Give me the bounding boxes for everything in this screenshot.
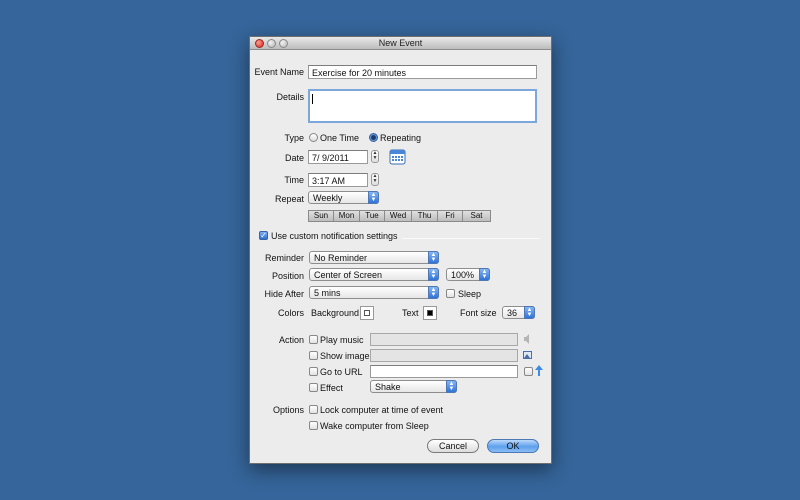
popup-arrow-icon: ▲ ▼ [524,306,535,319]
arrow-up-icon[interactable] [535,365,543,376]
repeating-label[interactable]: Repeating [380,133,421,143]
play-music-checkbox[interactable] [309,335,318,344]
time-stepper[interactable]: ▲ ▼ [371,173,379,186]
sleep-label[interactable]: Sleep [458,289,481,299]
hide-after-label: Hide After [264,289,304,299]
position-value: Center of Screen [314,270,383,280]
popup-arrow-icon: ▲ ▼ [479,268,490,281]
go-to-url-label[interactable]: Go to URL [320,367,363,377]
hide-after-value: 5 mins [314,288,341,298]
day-tue[interactable]: Tue [360,211,385,221]
day-sun[interactable]: Sun [309,211,334,221]
wake-computer-checkbox[interactable] [309,421,318,430]
hide-after-popup[interactable]: 5 mins ▲ ▼ [309,286,439,299]
effect-value: Shake [375,382,401,392]
details-field[interactable] [308,89,537,123]
scale-popup[interactable]: 100% ▲ ▼ [446,268,490,281]
lock-computer-label[interactable]: Lock computer at time of event [320,405,443,415]
image-path-field [370,349,518,362]
one-time-radio[interactable] [309,133,318,142]
reminder-label: Reminder [264,253,304,263]
font-size-value: 36 [507,308,518,318]
go-to-url-checkbox[interactable] [309,367,318,376]
lock-computer-checkbox[interactable] [309,405,318,414]
reminder-popup[interactable]: No Reminder ▲ ▼ [309,251,439,264]
details-label: Details [276,92,304,102]
repeat-label: Repeat [274,194,304,204]
music-path-field [370,333,518,346]
cancel-button[interactable]: Cancel [427,439,479,453]
position-popup[interactable]: Center of Screen ▲ ▼ [309,268,439,281]
scale-value: 100% [451,270,475,280]
one-time-label[interactable]: One Time [320,133,359,143]
font-size-popup[interactable]: 36 ▲ ▼ [502,306,535,319]
repeat-value: Weekly [313,193,343,203]
wake-computer-label[interactable]: Wake computer from Sleep [320,421,429,431]
url-option-checkbox[interactable] [524,367,533,376]
custom-notification-label[interactable]: Use custom notification settings [271,231,398,241]
effect-checkbox[interactable] [309,383,318,392]
speaker-icon[interactable] [523,334,532,344]
event-name-field[interactable]: Exercise for 20 minutes [308,65,537,79]
popup-arrow-icon: ▲ ▼ [428,286,439,299]
popup-arrow-icon: ▲ ▼ [446,380,457,393]
date-field[interactable]: 7/ 9/2011 [308,150,368,164]
repeating-radio[interactable] [369,133,378,142]
effect-popup[interactable]: Shake ▲ ▼ [370,380,457,393]
custom-notification-checkbox[interactable]: ✓ [259,231,268,240]
show-image-checkbox[interactable] [309,351,318,360]
day-fri[interactable]: Fri [438,211,463,221]
date-stepper[interactable]: ▲ ▼ [371,150,379,163]
action-label: Action [278,335,304,345]
time-label: Time [284,175,304,185]
day-wed[interactable]: Wed [385,211,412,221]
repeat-popup[interactable]: Weekly ▲ ▼ [308,191,379,204]
popup-arrow-icon: ▲ ▼ [368,191,379,204]
event-name-label: Event Name [254,67,304,77]
section-divider [402,238,540,239]
weekday-selector: Sun Mon Tue Wed Thu Fri Sat [308,210,491,222]
ok-button[interactable]: OK [487,439,539,453]
text-cursor [312,94,313,104]
colors-label: Colors [277,308,304,318]
popup-arrow-icon: ▲ ▼ [428,268,439,281]
popup-arrow-icon: ▲ ▼ [428,251,439,264]
play-music-label[interactable]: Play music [320,335,364,345]
background-color-well[interactable] [360,306,374,320]
window-title: New Event [378,38,423,48]
background-color-swatch [364,310,370,316]
position-label: Position [271,271,304,281]
day-sat[interactable]: Sat [463,211,490,221]
title-bar[interactable]: New Event [250,37,551,50]
sleep-checkbox[interactable] [446,289,455,298]
text-color-swatch [427,310,433,316]
calendar-icon[interactable] [389,148,406,165]
image-picker-icon[interactable] [523,350,532,360]
font-size-label: Font size [460,308,497,318]
text-color-well[interactable] [423,306,437,320]
time-field[interactable]: 3:17 AM [308,173,368,187]
reminder-value: No Reminder [314,253,368,263]
background-label: Background [311,308,360,318]
url-field[interactable] [370,365,518,378]
date-label: Date [284,153,304,163]
options-label: Options [272,405,304,415]
day-mon[interactable]: Mon [334,211,360,221]
show-image-label[interactable]: Show image [320,351,370,361]
day-thu[interactable]: Thu [412,211,438,221]
effect-label[interactable]: Effect [320,383,343,393]
text-color-label: Text [402,308,419,318]
type-label: Type [284,133,304,143]
